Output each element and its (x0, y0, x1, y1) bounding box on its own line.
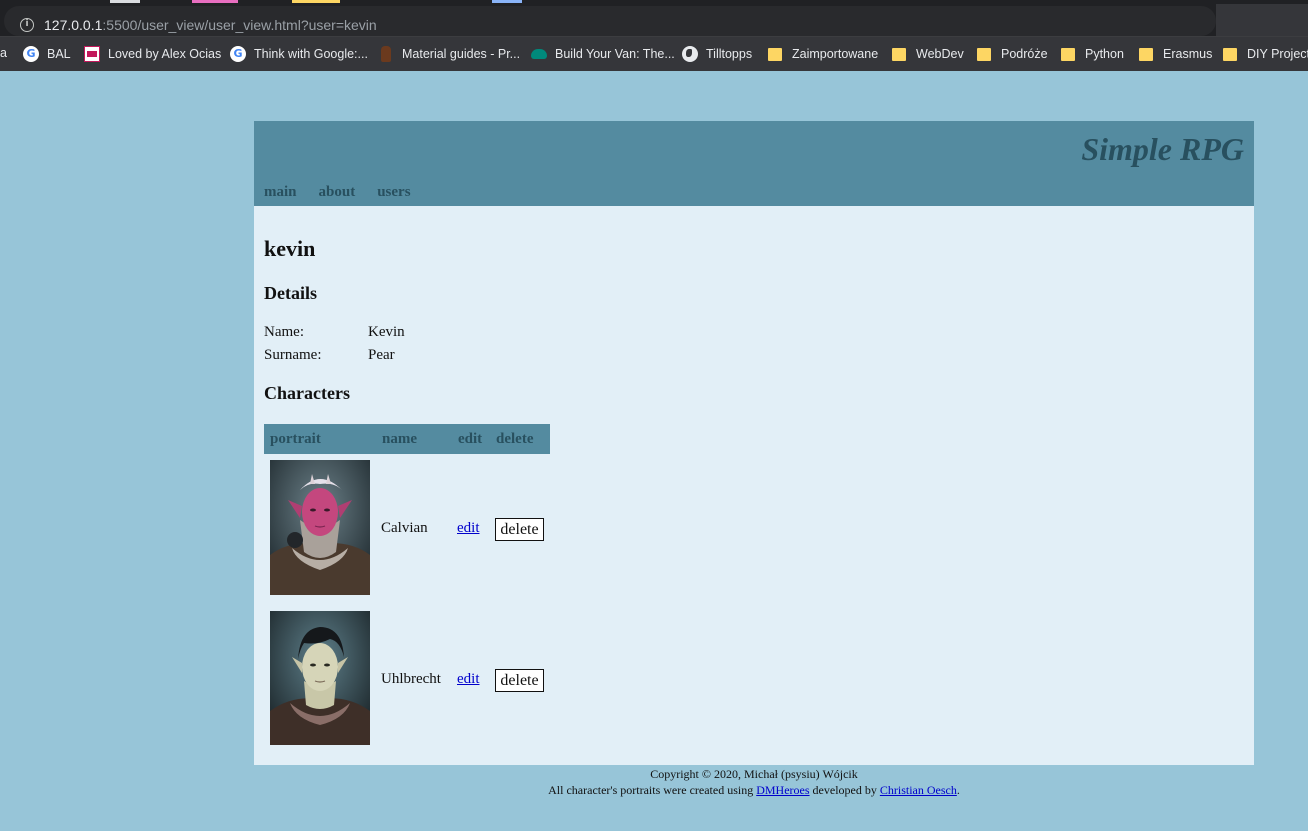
nav-users-link[interactable]: users (377, 184, 410, 200)
bookmark-label: Python (1085, 47, 1124, 61)
tab-indicator (192, 0, 238, 3)
url-path: :5500/user_view/user_view.html?user=kevi… (102, 17, 377, 33)
name-label: Name: (264, 324, 304, 340)
url-text[interactable]: 127.0.0.1:5500/user_view/user_view.html?… (44, 17, 377, 33)
surname-value: Pear (368, 347, 395, 363)
page-title: kevin (264, 236, 316, 261)
credits-mid: developed by (809, 783, 880, 797)
nav-about-link[interactable]: about (319, 184, 356, 200)
folder-icon (1223, 48, 1237, 61)
site-info-icon[interactable]: i (20, 18, 34, 32)
bookmark-label: Think with Google:... (254, 47, 368, 61)
dmheroes-link[interactable]: DMHeroes (756, 783, 809, 797)
name-value: Kevin (368, 324, 405, 340)
tab-indicator (492, 0, 522, 3)
google-icon: G (23, 46, 39, 62)
christian-oesch-link[interactable]: Christian Oesch (880, 783, 957, 797)
tab-indicator (110, 0, 140, 3)
folder-icon (1061, 48, 1075, 61)
address-bar: i 127.0.0.1:5500/user_view/user_view.htm… (0, 4, 1308, 36)
col-header-edit: edit (458, 431, 483, 447)
credits-text: All character's portraits were created u… (254, 782, 1254, 798)
van-icon (531, 49, 547, 59)
bookmark-truncated[interactable]: a (0, 46, 7, 60)
characters-heading: Characters (264, 383, 350, 403)
table-header: portrait name edit delete (264, 424, 550, 454)
col-header-delete: delete (496, 431, 534, 447)
bookmark-label: Zaimportowane (792, 47, 879, 61)
globe-icon (682, 46, 698, 62)
folder-icon (977, 48, 991, 61)
folder-icon (1139, 48, 1153, 61)
bookmark-label: Build Your Van: The... (555, 47, 675, 61)
copyright-text: Copyright © 2020, Michał (psysiu) Wójcik (650, 767, 858, 781)
details-heading: Details (264, 283, 317, 303)
bookmark-label: Tilltopps (706, 47, 753, 61)
character-name: Uhlbrecht (381, 671, 441, 687)
bookmark-label: BAL (47, 47, 71, 61)
table-row: Uhlbrecht edit delete (264, 611, 550, 761)
bookmark-label: Material guides - Pr... (402, 47, 521, 61)
toolbar-right-area (1216, 4, 1308, 36)
bookmark-label: WebDev (916, 47, 964, 61)
edit-character-link[interactable]: edit (457, 520, 480, 537)
page-footer: Copyright © 2020, Michał (psysiu) Wójcik… (254, 766, 1254, 798)
character-portrait (270, 460, 370, 595)
table-row: Calvian edit delete (264, 460, 550, 610)
col-header-portrait: portrait (270, 431, 321, 447)
credits-suffix: . (956, 783, 960, 797)
edit-character-link[interactable]: edit (457, 671, 480, 688)
omnibox[interactable]: i 127.0.0.1:5500/user_view/user_view.htm… (4, 6, 1216, 36)
bookmark-label: Loved by Alex Ocias (108, 47, 222, 61)
delete-character-button[interactable]: delete (495, 518, 544, 541)
dog-icon (381, 46, 391, 62)
character-portrait (270, 611, 370, 745)
folder-icon (768, 48, 782, 61)
tab-indicator (292, 0, 340, 3)
main-nav: main about users (264, 183, 429, 201)
character-name: Calvian (381, 520, 428, 536)
nav-main-link[interactable]: main (264, 184, 297, 200)
page-container: Simple RPG main about users kevin Detail… (254, 121, 1254, 765)
surname-label: Surname: (264, 347, 322, 363)
bookmark-label: DIY Projects (1247, 47, 1308, 61)
col-header-name: name (382, 431, 417, 447)
bookmark-label: Podróże (1001, 47, 1048, 61)
credits-prefix: All character's portraits were created u… (548, 783, 757, 797)
alex-ocias-icon (84, 46, 100, 62)
site-header: Simple RPG main about users (254, 121, 1254, 206)
site-brand: Simple RPG (1081, 131, 1244, 167)
google-icon: G (230, 46, 246, 62)
folder-icon (892, 48, 906, 61)
bookmark-label: Erasmus (1163, 47, 1213, 61)
bookmarks-bar: a G BAL Loved by Alex Ocias G Think with G… (0, 36, 1308, 71)
delete-character-button[interactable]: delete (495, 669, 544, 692)
url-host: 127.0.0.1 (44, 17, 103, 33)
